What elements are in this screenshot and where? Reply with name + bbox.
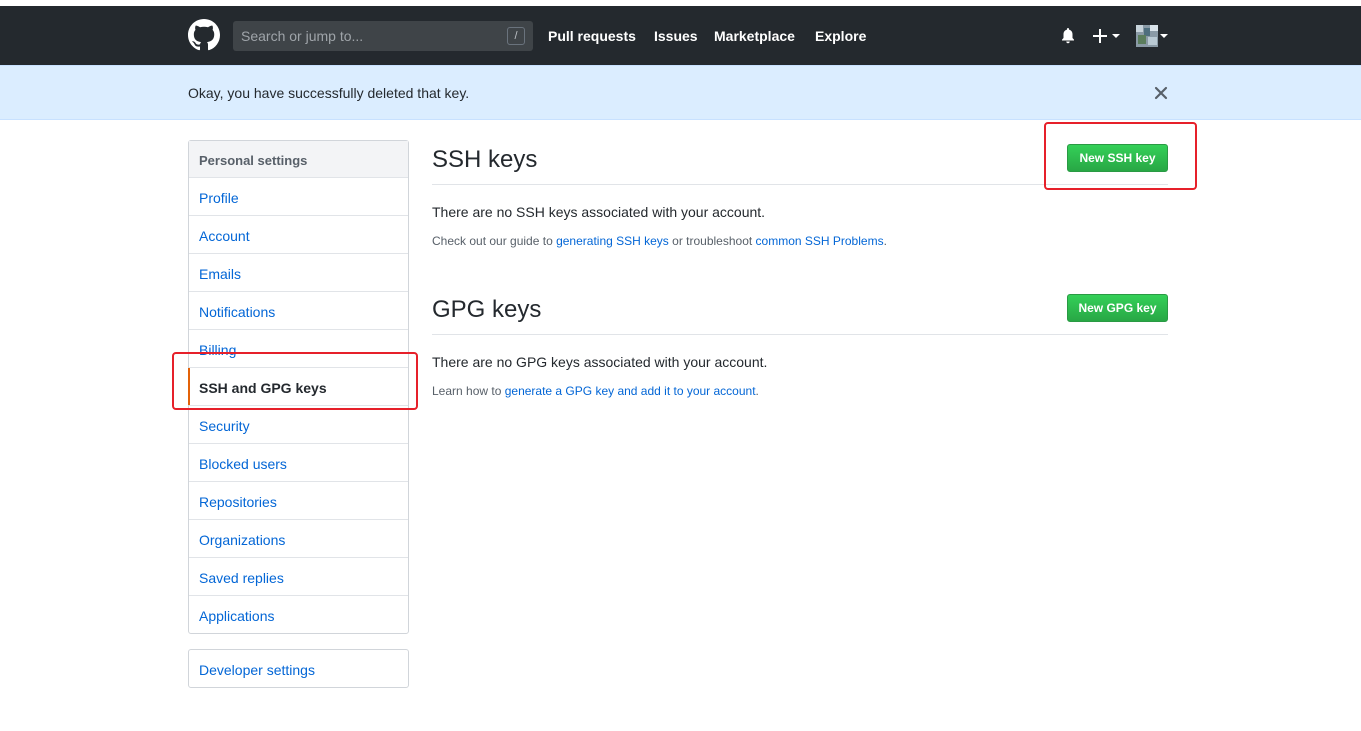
ssh-help-note: Check out our guide to generating SSH ke… bbox=[432, 234, 887, 248]
github-octocat-icon[interactable] bbox=[188, 19, 220, 51]
gpg-section-divider bbox=[432, 334, 1168, 335]
avatar[interactable] bbox=[1136, 25, 1158, 47]
sidebar-item-applications[interactable]: Applications bbox=[189, 596, 408, 634]
flash-notice: Okay, you have successfully deleted that… bbox=[0, 65, 1361, 120]
ssh-note-suffix: . bbox=[883, 234, 887, 248]
search-placeholder: Search or jump to... bbox=[241, 28, 364, 44]
sidebar-item-security[interactable]: Security bbox=[189, 406, 408, 444]
sidebar-item-emails[interactable]: Emails bbox=[189, 254, 408, 292]
ssh-empty-message: There are no SSH keys associated with yo… bbox=[432, 204, 766, 220]
nav-pull-requests[interactable]: Pull requests bbox=[548, 28, 636, 44]
sidebar-item-saved-replies[interactable]: Saved replies bbox=[189, 558, 408, 596]
annotation-highlight-ssh-gpg-keys bbox=[172, 352, 418, 410]
gpg-help-note: Learn how to generate a GPG key and add … bbox=[432, 384, 759, 398]
gpg-keys-title: GPG keys bbox=[432, 296, 542, 323]
flash-message: Okay, you have successfully deleted that… bbox=[188, 85, 470, 101]
sidebar-item-account[interactable]: Account bbox=[189, 216, 408, 254]
global-header: Search or jump to... / Pull requests Iss… bbox=[0, 6, 1361, 65]
avatar-identicon-icon bbox=[1136, 25, 1158, 47]
generate-gpg-key-link[interactable]: generate a GPG key and add it to your ac… bbox=[505, 384, 756, 398]
close-icon[interactable] bbox=[1154, 86, 1168, 100]
ssh-note-mid: or troubleshoot bbox=[668, 234, 756, 248]
common-ssh-problems-link[interactable]: common SSH Problems bbox=[756, 234, 884, 248]
ssh-note-prefix: Check out our guide to bbox=[432, 234, 557, 248]
developer-settings-menu: Developer settings bbox=[188, 649, 409, 688]
search-input[interactable]: Search or jump to... / bbox=[233, 21, 533, 51]
sidebar-item-developer-settings[interactable]: Developer settings bbox=[189, 650, 408, 688]
ssh-keys-title: SSH keys bbox=[432, 146, 538, 173]
gpg-empty-message: There are no GPG keys associated with yo… bbox=[432, 354, 768, 370]
sidebar-item-repositories[interactable]: Repositories bbox=[189, 482, 408, 520]
new-gpg-key-button[interactable]: New GPG key bbox=[1067, 294, 1168, 322]
nav-marketplace[interactable]: Marketplace bbox=[714, 28, 795, 44]
bell-icon[interactable] bbox=[1060, 27, 1076, 45]
search-shortcut-key: / bbox=[507, 27, 525, 45]
avatar-dropdown-caret-icon[interactable] bbox=[1160, 27, 1168, 45]
sidebar-heading: Personal settings bbox=[189, 141, 408, 178]
annotation-highlight-new-ssh-key bbox=[1044, 122, 1197, 190]
sidebar-item-notifications[interactable]: Notifications bbox=[189, 292, 408, 330]
sidebar-item-blocked-users[interactable]: Blocked users bbox=[189, 444, 408, 482]
sidebar-item-profile[interactable]: Profile bbox=[189, 178, 408, 216]
gpg-note-suffix: . bbox=[755, 384, 759, 398]
sidebar-item-organizations[interactable]: Organizations bbox=[189, 520, 408, 558]
plus-icon[interactable] bbox=[1092, 27, 1122, 45]
generating-ssh-keys-link[interactable]: generating SSH keys bbox=[556, 234, 669, 248]
gpg-note-prefix: Learn how to bbox=[432, 384, 505, 398]
nav-explore[interactable]: Explore bbox=[815, 28, 866, 44]
nav-issues[interactable]: Issues bbox=[654, 28, 698, 44]
